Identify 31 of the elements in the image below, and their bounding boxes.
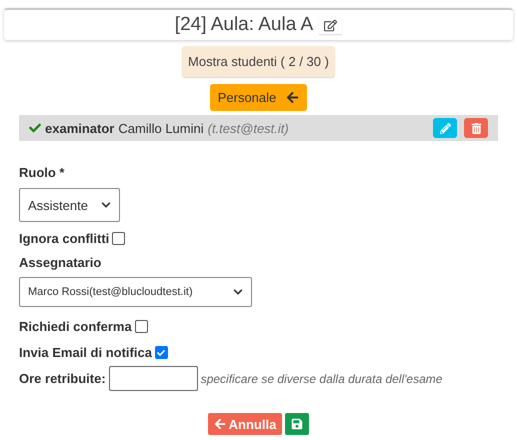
chevron-down-icon [233,287,243,297]
paid-hours-label: Ore retribuite: [19,371,106,386]
arrow-left-icon [214,418,226,430]
pencil-icon [440,122,450,134]
checkbox[interactable] [134,320,148,333]
person-name: Camillo Lumini [118,120,204,136]
trash-icon [470,122,482,134]
paid-hours-field[interactable] [108,366,198,391]
staff-button[interactable]: Personale [210,84,308,111]
person-email: (t.test@test.it) [208,120,289,136]
check-icon [157,348,166,356]
assignee-label: Assegnatario [19,255,102,270]
students-button[interactable]: Mostra studenti ( 2 / 30 ) [182,46,335,77]
paid-hours-hint: specificare se diverse dalla durata dell'esame [200,372,442,386]
send-email-label: Invia Email di notifica [19,345,152,360]
person-role: examinator [45,120,114,136]
page-title: [24] Aula: Aula A [174,14,314,36]
arrow-left-icon [286,91,300,104]
role-select[interactable]: Assistente [19,188,120,222]
edit-icon [324,18,338,32]
save-button[interactable] [285,413,310,435]
save-icon [291,418,304,430]
delete-button[interactable] [464,118,488,138]
checkbox[interactable] [154,346,168,359]
require-confirmation-label: Richiedi conferma [19,319,132,334]
role-label: Ruolo * [19,165,66,180]
checkbox[interactable] [112,232,126,245]
ignore-conflicts-label: Ignora conflitti [19,231,110,246]
assignee-select[interactable]: Marco Rossi(test@blucloudtest.it) [19,277,252,307]
chevron-down-icon [101,200,111,210]
edit-button[interactable] [319,16,342,34]
